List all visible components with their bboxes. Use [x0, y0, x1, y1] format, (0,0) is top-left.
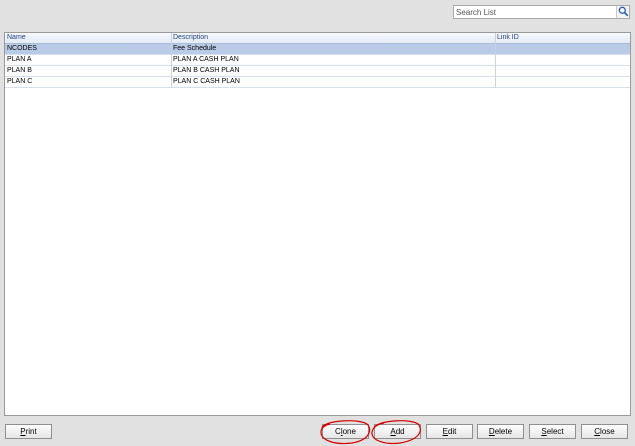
cell-name: PLAN C [7, 78, 33, 85]
cell-description: PLAN C CASH PLAN [173, 78, 240, 85]
button-label-rest: one [342, 427, 356, 436]
table-row[interactable]: PLAN B PLAN B CASH PLAN [5, 66, 630, 77]
cell-link-id [495, 77, 630, 87]
close-button[interactable]: Close [581, 424, 628, 439]
select-button[interactable]: Select [529, 424, 576, 439]
column-header-name[interactable]: Name [5, 33, 171, 43]
search-button[interactable] [616, 6, 629, 18]
cell-description: PLAN B CASH PLAN [173, 67, 240, 74]
delete-button[interactable]: Delete [477, 424, 524, 439]
cell-link-id [495, 55, 630, 65]
table-row[interactable]: PLAN A PLAN A CASH PLAN [5, 55, 630, 66]
cell-description: PLAN A CASH PLAN [173, 56, 239, 63]
list-grid: Name Description Link ID NCODES Fee Sche… [4, 32, 631, 416]
cell-link-id [495, 66, 630, 76]
search-input[interactable] [454, 6, 616, 18]
table-row[interactable]: NCODES Fee Schedule [5, 44, 630, 55]
button-label-rest: elete [494, 427, 513, 436]
print-button[interactable]: Print [5, 424, 52, 439]
button-label-rest: dit [447, 427, 457, 436]
cell-name: PLAN A [7, 56, 32, 63]
column-header-link-id[interactable]: Link ID [495, 33, 630, 43]
cell-link-id [495, 44, 630, 54]
cell-name: NCODES [7, 45, 37, 52]
table-row[interactable]: PLAN C PLAN C CASH PLAN [5, 77, 630, 88]
grid-header: Name Description Link ID [5, 33, 630, 44]
search-box [453, 5, 630, 19]
cell-description: Fee Schedule [173, 45, 217, 52]
button-label-rest: rint [25, 427, 37, 436]
cell-name: PLAN B [7, 67, 32, 74]
button-label-rest: lose [600, 427, 615, 436]
add-button[interactable]: Add [374, 424, 421, 439]
column-divider [495, 33, 496, 88]
button-label-rest: dd [395, 427, 405, 436]
button-label-rest: elect [546, 427, 564, 436]
column-divider [171, 33, 172, 88]
column-header-description[interactable]: Description [171, 33, 495, 43]
clone-button[interactable]: Clone [322, 424, 369, 439]
magnifier-icon [618, 6, 629, 17]
edit-button[interactable]: Edit [426, 424, 473, 439]
